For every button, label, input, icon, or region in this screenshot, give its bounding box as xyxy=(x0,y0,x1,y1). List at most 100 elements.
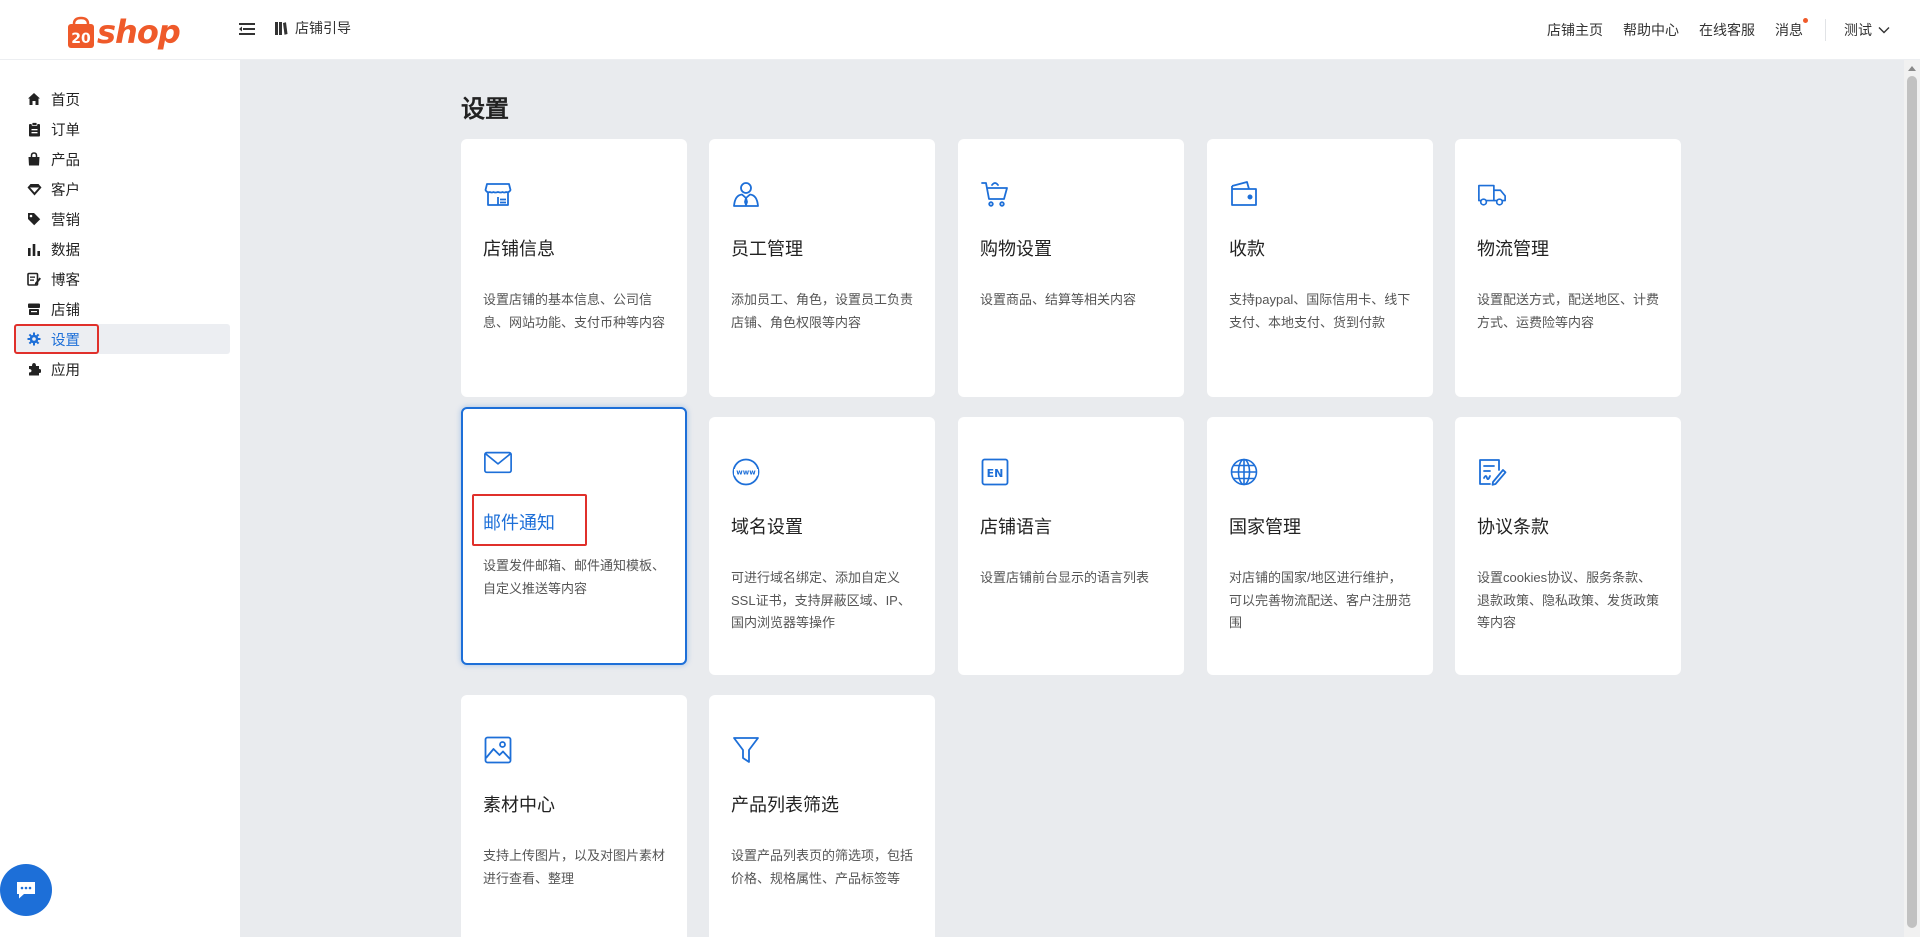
sidebar-item-home[interactable]: 首页 xyxy=(14,84,230,114)
card-description: 设置店铺前台显示的语言列表 xyxy=(980,570,1150,585)
card-store-language[interactable]: EN 店铺语言 设置店铺前台显示的语言列表 xyxy=(958,417,1184,675)
card-description: 可进行域名绑定、添加自定义SSL证书，支持屏蔽区域、IP、国内浏览器等操作 xyxy=(731,570,911,630)
sidebar-item-label: 博客 xyxy=(51,272,80,289)
logo-text: shop xyxy=(97,13,181,51)
filter-icon xyxy=(733,737,759,763)
menu-toggle-icon[interactable] xyxy=(238,20,256,38)
sidebar-item-products[interactable]: 产品 xyxy=(14,144,230,174)
sidebar-item-label: 客户 xyxy=(51,182,80,199)
annotation-highlight xyxy=(14,324,99,354)
card-description: 支持paypal、国际信用卡、线下支付、本地支付、货到付款 xyxy=(1229,292,1411,330)
card-title: 素材中心 xyxy=(483,795,555,815)
sidebar-item-orders[interactable]: 订单 xyxy=(14,114,230,144)
scroll-thumb[interactable] xyxy=(1907,76,1917,928)
top-links: 店铺主页 帮助中心 在线客服 消息 测试 xyxy=(1527,0,1890,60)
card-title: 域名设置 xyxy=(731,517,803,537)
sidebar-item-marketing[interactable]: 营销 xyxy=(14,204,230,234)
gem-icon xyxy=(26,181,42,197)
messages-label: 消息 xyxy=(1775,22,1803,38)
card-title: 店铺信息 xyxy=(483,239,555,259)
card-description: 设置发件邮箱、邮件通知模板、自定义推送等内容 xyxy=(483,558,666,596)
card-country-management[interactable]: 国家管理 对店铺的国家/地区进行维护，可以完善物流配送、客户注册范围 xyxy=(1207,417,1433,675)
staff-icon xyxy=(733,182,759,207)
card-shopping-settings[interactable]: 购物设置 设置商品、结算等相关内容 xyxy=(958,139,1184,397)
sidebar-item-apps[interactable]: 应用 xyxy=(14,354,230,384)
card-domain-settings[interactable]: www 域名设置 可进行域名绑定、添加自定义SSL证书，支持屏蔽区域、IP、国内… xyxy=(709,417,935,675)
book-icon xyxy=(275,21,288,35)
card-description: 对店铺的国家/地区进行维护，可以完善物流配送、客户注册范围 xyxy=(1229,570,1412,630)
user-name: 测试 xyxy=(1844,22,1872,38)
card-title: 国家管理 xyxy=(1229,517,1301,537)
messages-link[interactable]: 消息 xyxy=(1775,18,1808,40)
sidebar-item-settings[interactable]: 设置 xyxy=(14,324,230,354)
home-icon xyxy=(26,91,42,107)
sidebar-item-label: 产品 xyxy=(51,152,80,169)
card-description: 设置产品列表页的筛选项，包括价格、规格属性、产品标签等 xyxy=(731,848,914,886)
sidebar-item-label: 店铺 xyxy=(51,302,80,319)
annotation-highlight xyxy=(472,494,587,546)
document-sign-icon xyxy=(1479,459,1507,486)
language-en-icon: EN xyxy=(981,458,1009,486)
top-header: 20 shop 店铺引导 店铺主页 帮助中心 在线客服 消息 测试 xyxy=(0,0,1920,60)
cart-icon xyxy=(981,182,1008,207)
truck-icon xyxy=(1478,184,1506,206)
card-description: 添加员工、角色，设置员工负责店铺、角色权限等内容 xyxy=(731,292,914,330)
logo[interactable]: 20 shop xyxy=(66,10,181,51)
card-title: 产品列表筛选 xyxy=(731,795,839,815)
sidebar-item-customers[interactable]: 客户 xyxy=(14,174,230,204)
card-logistics[interactable]: 物流管理 设置配送方式，配送地区、计费方式、运费险等内容 xyxy=(1455,139,1681,397)
www-icon: www xyxy=(732,458,760,486)
unread-dot xyxy=(1803,18,1808,23)
sidebar-item-label: 应用 xyxy=(51,362,80,379)
chevron-down-icon xyxy=(1878,27,1890,34)
card-title: 协议条款 xyxy=(1477,517,1549,537)
card-description: 设置配送方式，配送地区、计费方式、运费险等内容 xyxy=(1477,292,1660,330)
card-media-center[interactable]: 素材中心 支持上传图片，以及对图片素材进行查看、整理 xyxy=(461,695,687,937)
sidebar-item-label: 订单 xyxy=(51,122,80,139)
card-terms[interactable]: 协议条款 设置cookies协议、服务条款、退款政策、隐私政策、发货政策等内容 xyxy=(1455,417,1681,675)
wallet-icon xyxy=(1231,181,1257,206)
card-description: 设置店铺的基本信息、公司信息、网站功能、支付币种等内容 xyxy=(483,292,666,330)
globe-icon xyxy=(1230,458,1258,486)
card-product-filter[interactable]: 产品列表筛选 设置产品列表页的筛选项，包括价格、规格属性、产品标签等 xyxy=(709,695,935,937)
store-guide-label: 店铺引导 xyxy=(295,20,351,36)
sidebar-item-label: 数据 xyxy=(51,242,80,259)
image-icon xyxy=(484,736,512,764)
chat-icon xyxy=(17,882,35,899)
card-email-notification[interactable]: 邮件通知 设置发件邮箱、邮件通知模板、自定义推送等内容 xyxy=(461,407,687,665)
page-title: 设置 xyxy=(461,96,509,123)
mail-icon xyxy=(484,451,512,474)
store-icon xyxy=(26,301,42,317)
card-staff-management[interactable]: 员工管理 添加员工、角色，设置员工负责店铺、角色权限等内容 xyxy=(709,139,935,397)
store-home-link[interactable]: 店铺主页 xyxy=(1547,20,1603,40)
svg-text:www: www xyxy=(736,469,756,477)
card-title: 员工管理 xyxy=(731,239,803,259)
bar-chart-icon xyxy=(26,241,42,257)
sidebar-item-data[interactable]: 数据 xyxy=(14,234,230,264)
sidebar-item-store[interactable]: 店铺 xyxy=(14,294,230,324)
help-center-link[interactable]: 帮助中心 xyxy=(1623,20,1679,40)
tag-icon xyxy=(26,211,42,227)
scroll-up-arrow-icon[interactable] xyxy=(1908,66,1916,71)
sidebar-nav: 首页 订单 产品 客户 营销 数据 博客 店铺 设置 应用 xyxy=(0,60,240,384)
store-guide-link[interactable]: 店铺引导 xyxy=(274,18,351,38)
card-description: 支持上传图片，以及对图片素材进行查看、整理 xyxy=(483,848,666,886)
sidebar: 首页 订单 产品 客户 营销 数据 博客 店铺 设置 应用 xyxy=(0,60,240,937)
shopping-bag-icon xyxy=(26,151,42,167)
user-menu[interactable]: 测试 xyxy=(1844,20,1890,40)
vertical-scrollbar[interactable] xyxy=(1904,60,1920,937)
edit-icon xyxy=(26,271,42,287)
sidebar-item-blog[interactable]: 博客 xyxy=(14,264,230,294)
puzzle-icon xyxy=(26,361,42,377)
chat-button[interactable] xyxy=(0,864,52,916)
card-payment[interactable]: 收款 支持paypal、国际信用卡、线下支付、本地支付、货到付款 xyxy=(1207,139,1433,397)
online-service-link[interactable]: 在线客服 xyxy=(1699,20,1755,40)
svg-text:EN: EN xyxy=(987,467,1004,480)
card-title: 店铺语言 xyxy=(980,517,1052,537)
clipboard-icon xyxy=(26,121,42,137)
card-description: 设置商品、结算等相关内容 xyxy=(980,292,1137,307)
card-store-info[interactable]: 店铺信息 设置店铺的基本信息、公司信息、网站功能、支付币种等内容 xyxy=(461,139,687,397)
card-description: 设置cookies协议、服务条款、退款政策、隐私政策、发货政策等内容 xyxy=(1477,570,1660,630)
shop-icon xyxy=(484,183,512,206)
sidebar-item-label: 营销 xyxy=(51,212,80,229)
